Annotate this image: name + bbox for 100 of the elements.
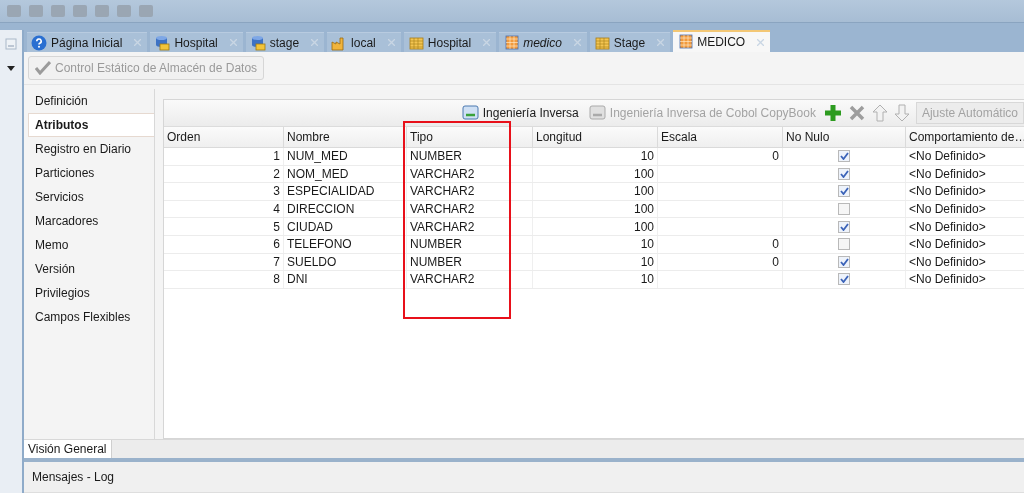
close-icon[interactable] bbox=[134, 39, 142, 46]
table-cell: <No Definido> bbox=[906, 165, 1024, 183]
reverse-engineer-icon bbox=[588, 105, 607, 121]
column-header[interactable]: Escala bbox=[658, 127, 783, 147]
nav-item[interactable]: Versión bbox=[28, 257, 154, 281]
table-cell: VARCHAR2 bbox=[407, 183, 533, 200]
panel-title: Mensajes - Log bbox=[32, 470, 115, 484]
nav-item[interactable]: Servicios bbox=[28, 185, 154, 209]
editor-tab[interactable]: stage bbox=[245, 32, 325, 52]
column-header[interactable]: No Nulo bbox=[783, 127, 906, 147]
editor-tab[interactable]: Hospital bbox=[403, 32, 497, 52]
table-cell: <No Definido> bbox=[906, 253, 1024, 271]
close-icon[interactable] bbox=[229, 39, 237, 46]
table-cell: <No Definido> bbox=[906, 148, 1024, 165]
table-cell: VARCHAR2 bbox=[407, 271, 533, 288]
table-cell: DNI bbox=[284, 271, 407, 288]
table-cell: 0 bbox=[658, 235, 783, 253]
checkbox[interactable] bbox=[838, 167, 850, 180]
database-icon bbox=[249, 34, 266, 51]
table-cell: 2 bbox=[164, 165, 284, 183]
table-cell: SUELDO bbox=[284, 253, 407, 271]
table-cell: 100 bbox=[533, 200, 658, 218]
reverse-engineer-button[interactable]: Ingeniería Inversa bbox=[459, 105, 581, 121]
column-header[interactable]: Tipo bbox=[407, 127, 533, 147]
column-header[interactable]: Longitud bbox=[533, 127, 658, 147]
table-cell: NUMBER bbox=[407, 253, 533, 271]
checkbox[interactable] bbox=[838, 150, 850, 163]
overview-tab[interactable]: Visión General bbox=[24, 440, 112, 458]
table-cell: 1 bbox=[164, 148, 284, 165]
table-cell: 10 bbox=[533, 235, 658, 253]
table-cell: NUMBER bbox=[407, 235, 533, 253]
nav-item[interactable]: Memo bbox=[28, 233, 154, 257]
checkbox[interactable] bbox=[838, 255, 850, 268]
toolbar-icon[interactable] bbox=[72, 4, 88, 18]
nav-item[interactable]: Particiones bbox=[28, 161, 154, 185]
table-cell: NOM_MED bbox=[284, 165, 407, 183]
toolbar-icon-button[interactable] bbox=[823, 104, 842, 122]
reverse-engineer-icon bbox=[461, 105, 480, 121]
close-icon[interactable] bbox=[757, 38, 765, 46]
close-icon[interactable] bbox=[387, 39, 395, 46]
close-icon[interactable] bbox=[483, 39, 491, 46]
toolbar-icon[interactable] bbox=[116, 4, 132, 18]
table-cell: 100 bbox=[533, 165, 658, 183]
table-cell: VARCHAR2 bbox=[407, 165, 533, 183]
table-cell: 7 bbox=[164, 253, 284, 271]
column-header[interactable]: Orden bbox=[164, 127, 284, 147]
nav-item[interactable]: Campos Flexibles bbox=[28, 305, 154, 329]
table-cell: <No Definido> bbox=[906, 235, 1024, 253]
editor-tab[interactable]: medico bbox=[499, 32, 587, 52]
toolbar-icon[interactable] bbox=[138, 4, 154, 18]
table-icon bbox=[593, 34, 610, 51]
nav-item[interactable]: Definición bbox=[28, 89, 154, 113]
minimize-icon[interactable] bbox=[5, 38, 17, 50]
column-header[interactable]: Nombre bbox=[284, 127, 407, 147]
table-cell: 8 bbox=[164, 271, 284, 288]
table-cell: <No Definido> bbox=[906, 200, 1024, 218]
table-cell: <No Definido> bbox=[906, 183, 1024, 200]
close-icon[interactable] bbox=[573, 39, 581, 46]
table-icon bbox=[503, 34, 520, 51]
toolbar-icon[interactable] bbox=[28, 4, 44, 18]
checkbox[interactable] bbox=[838, 220, 850, 233]
check-icon bbox=[35, 61, 51, 75]
help-icon bbox=[31, 34, 47, 51]
table-cell: TELEFONO bbox=[284, 235, 407, 253]
checkbox[interactable] bbox=[838, 273, 850, 286]
table-cell: <No Definido> bbox=[906, 271, 1024, 288]
toolbar-icon[interactable] bbox=[6, 4, 22, 18]
close-icon[interactable] bbox=[657, 39, 665, 46]
table-cell: ESPECIALIDAD bbox=[284, 183, 407, 200]
table-cell: VARCHAR2 bbox=[407, 218, 533, 235]
checkbox[interactable] bbox=[838, 185, 850, 198]
plus-icon bbox=[823, 104, 842, 122]
arrow-up-icon bbox=[871, 104, 888, 122]
toolbar-icon[interactable] bbox=[94, 4, 110, 18]
nav-item[interactable]: Marcadores bbox=[28, 209, 154, 233]
table-cell: 4 bbox=[164, 200, 284, 218]
editor-tab[interactable]: Página Inicial bbox=[27, 32, 148, 52]
table-cell: <No Definido> bbox=[906, 218, 1024, 235]
table-cell: 10 bbox=[533, 271, 658, 288]
nav-item[interactable]: Privilegios bbox=[28, 281, 154, 305]
column-header[interactable]: Comportamiento de… bbox=[906, 127, 1024, 147]
table-cell: NUM_MED bbox=[284, 148, 407, 165]
table-cell: 0 bbox=[658, 253, 783, 271]
checkbox[interactable] bbox=[838, 203, 850, 216]
nav-item[interactable]: Atributos bbox=[28, 113, 154, 137]
table-cell: 10 bbox=[533, 253, 658, 271]
table-cell: 10 bbox=[533, 148, 658, 165]
toolbar-icon[interactable] bbox=[50, 4, 66, 18]
editor-tab[interactable]: MEDICO bbox=[673, 30, 771, 52]
checkbox[interactable] bbox=[838, 238, 850, 251]
editor-tab[interactable]: local bbox=[327, 32, 401, 52]
table-cell: VARCHAR2 bbox=[407, 200, 533, 218]
table-cell: 100 bbox=[533, 218, 658, 235]
nav-item[interactable]: Registro en Diario bbox=[28, 137, 154, 161]
database-icon bbox=[154, 34, 171, 51]
table-cell: 100 bbox=[533, 183, 658, 200]
close-icon[interactable] bbox=[311, 39, 319, 46]
editor-tab[interactable]: Hospital bbox=[150, 32, 243, 52]
caret-icon[interactable] bbox=[7, 66, 15, 72]
editor-tab[interactable]: Stage bbox=[589, 32, 671, 52]
